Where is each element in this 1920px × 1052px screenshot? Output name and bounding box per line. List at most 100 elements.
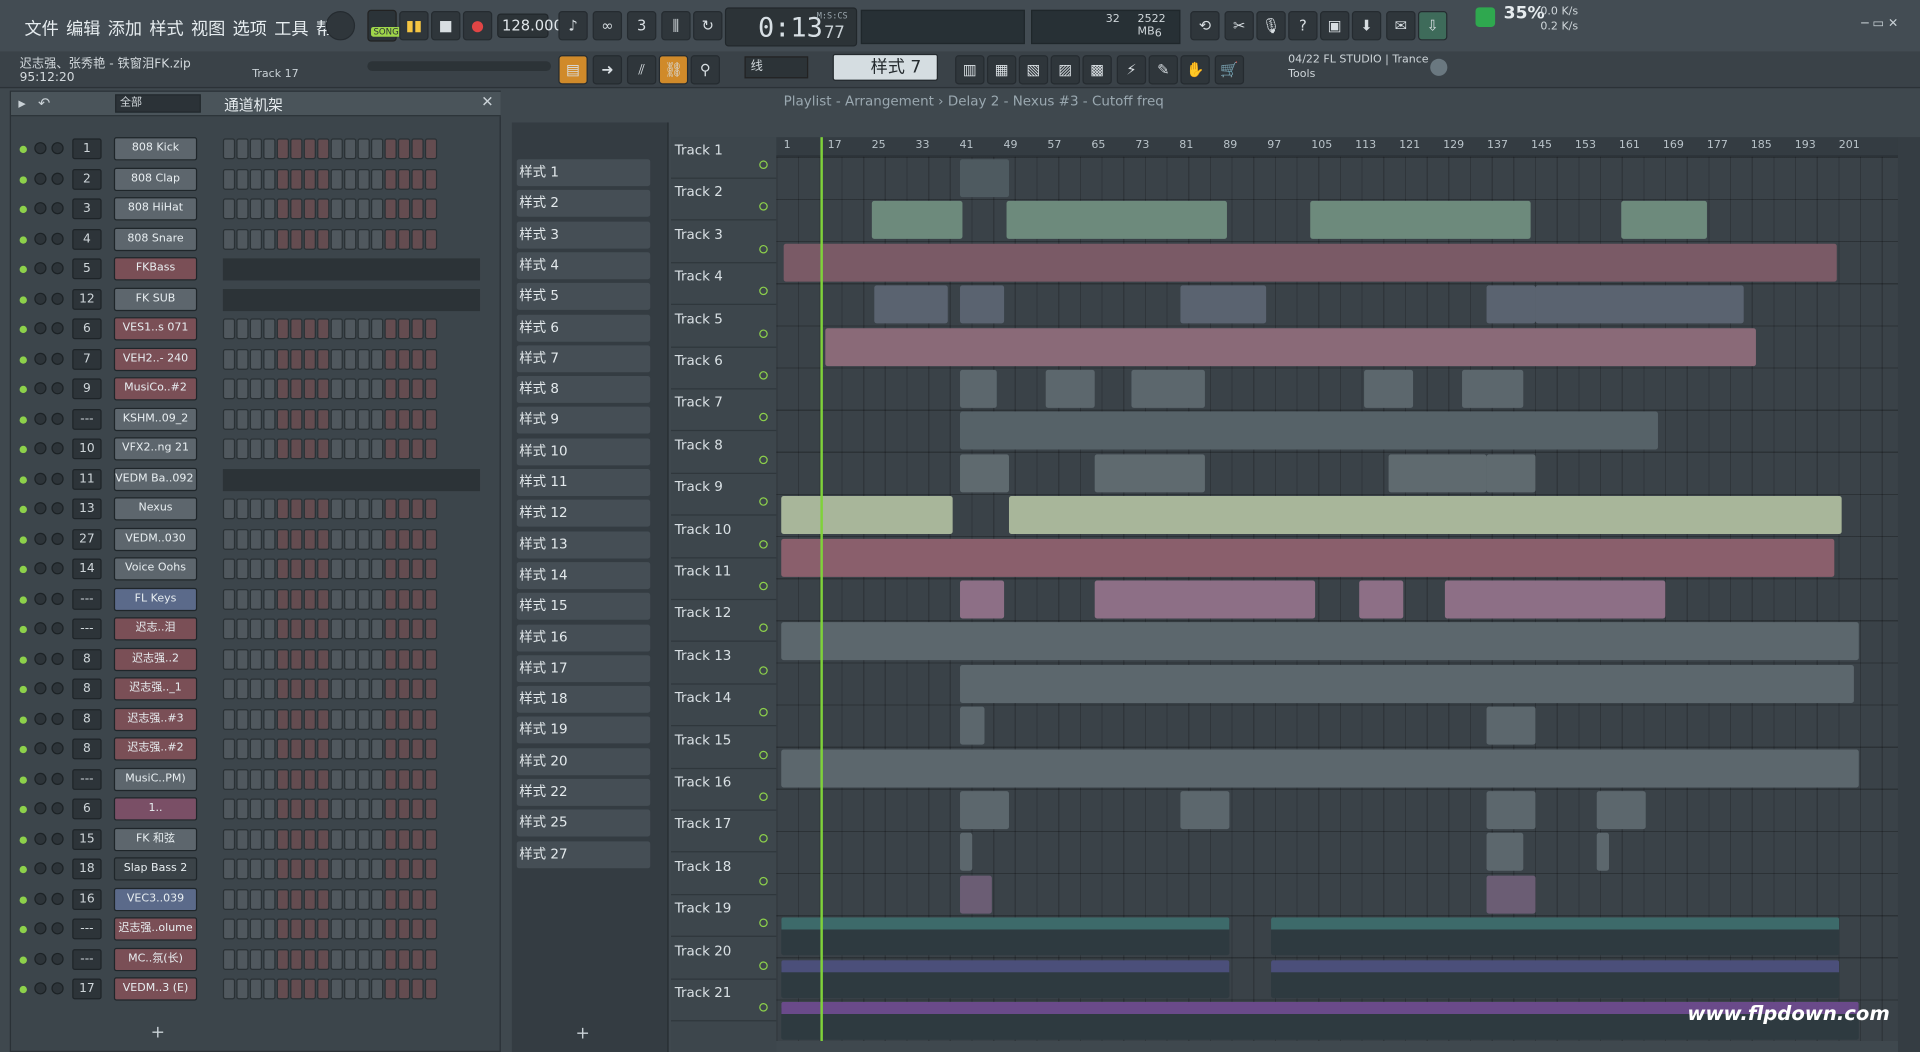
step-button[interactable] [263,588,276,610]
step-button[interactable] [222,828,236,850]
step-button[interactable] [411,498,424,520]
step-button[interactable] [330,738,343,760]
channel-row[interactable]: 5 FKBass [11,256,501,283]
playlist-clip[interactable] [781,749,1859,787]
channel-led[interactable] [19,655,27,664]
step-button[interactable] [317,318,330,340]
step-button[interactable] [371,708,384,730]
step-button[interactable] [263,228,276,250]
pattern-item[interactable]: 样式 9 [516,407,651,435]
channel-led[interactable] [19,325,27,334]
mixer-track-number[interactable]: 8 [72,708,102,730]
step-button[interactable] [330,708,343,730]
track-header[interactable]: Track 12 [671,601,777,643]
step-button[interactable] [357,648,370,670]
channel-name-button[interactable]: 迟志强..#2 [113,737,198,761]
channel-led[interactable] [19,175,27,184]
playlist-clip[interactable] [783,243,1837,282]
step-button[interactable] [263,798,276,820]
track-header[interactable]: Track 7 [671,390,777,432]
channel-row[interactable]: 2 808 Clap [11,166,501,193]
step-button[interactable] [371,648,384,670]
volume-knob[interactable] [51,472,64,485]
view-icon-3[interactable]: ▧ [1018,55,1049,85]
step-button[interactable] [249,558,263,580]
step-button[interactable] [384,498,397,520]
mixer-track-number[interactable]: 5 [72,258,102,280]
step-button[interactable] [249,768,263,790]
pan-knob[interactable] [34,712,47,725]
metronome-icon[interactable]: ♪ [558,11,588,41]
playlist-clip[interactable] [1462,369,1524,408]
channel-row[interactable]: 8 迟志强..#2 [11,736,501,763]
step-button[interactable] [397,948,411,970]
step-button[interactable] [330,618,343,640]
channel-led[interactable] [19,355,27,364]
step-button[interactable] [371,348,384,370]
step-button[interactable] [344,558,357,580]
volume-knob[interactable] [51,172,64,185]
step-button[interactable] [303,678,316,700]
volume-knob[interactable] [51,382,64,395]
step-button[interactable] [290,228,303,250]
step-button[interactable] [236,528,249,550]
volume-knob[interactable] [51,352,64,365]
step-button[interactable] [411,678,424,700]
step-button[interactable] [276,738,289,760]
step-button[interactable] [263,438,276,460]
playlist-clip[interactable] [960,664,1854,703]
step-button[interactable] [411,738,424,760]
step-button[interactable] [317,378,330,400]
step-button[interactable] [330,378,343,400]
volume-knob[interactable] [51,892,64,905]
master-volume-knob[interactable] [325,11,356,41]
step-button[interactable] [330,978,343,1000]
step-button[interactable] [276,678,289,700]
channel-name-button[interactable]: Nexus [113,497,198,521]
step-button[interactable] [222,888,236,910]
step-button[interactable] [290,438,303,460]
add-pattern-button[interactable]: + [576,1024,590,1044]
step-button[interactable] [344,228,357,250]
channel-led[interactable] [19,145,27,154]
step-button[interactable] [236,708,249,730]
step-button[interactable] [424,918,438,940]
volume-knob[interactable] [51,772,64,785]
step-button[interactable] [397,678,411,700]
playlist-clip[interactable] [960,159,1009,198]
step-button[interactable] [357,708,370,730]
track-mute-led[interactable] [759,455,768,464]
step-button[interactable] [290,588,303,610]
step-button[interactable] [357,948,370,970]
step-button[interactable] [222,438,236,460]
menu-item[interactable]: 选项 [233,16,267,40]
channel-led[interactable] [19,565,27,574]
step-button[interactable] [344,138,357,160]
playlist-clip[interactable] [781,496,953,535]
step-button[interactable] [371,228,384,250]
view-icon-4[interactable]: ▨ [1050,55,1081,85]
playlist-clip[interactable] [1180,791,1230,830]
channel-name-button[interactable]: FK SUB [113,287,198,311]
channel-name-button[interactable]: 迟志强.._1 [113,677,198,701]
step-button[interactable] [303,828,316,850]
step-button[interactable] [290,348,303,370]
step-button[interactable] [236,318,249,340]
stop-button[interactable]: ■ [431,11,461,41]
step-button[interactable] [411,228,424,250]
volume-knob[interactable] [51,682,64,695]
track-mute-led[interactable] [759,328,768,338]
step-button[interactable] [249,168,263,190]
step-button[interactable] [424,438,438,460]
step-button[interactable] [424,858,438,880]
pattern-item[interactable]: 样式 16 [516,623,651,651]
step-button[interactable] [263,738,276,760]
step-button[interactable] [371,378,384,400]
step-button[interactable] [317,138,330,160]
step-button[interactable] [236,138,249,160]
step-button[interactable] [330,198,343,220]
pan-knob[interactable] [34,802,47,815]
track-header[interactable]: Track 15 [671,727,777,769]
step-button[interactable] [276,828,289,850]
step-button[interactable] [317,228,330,250]
